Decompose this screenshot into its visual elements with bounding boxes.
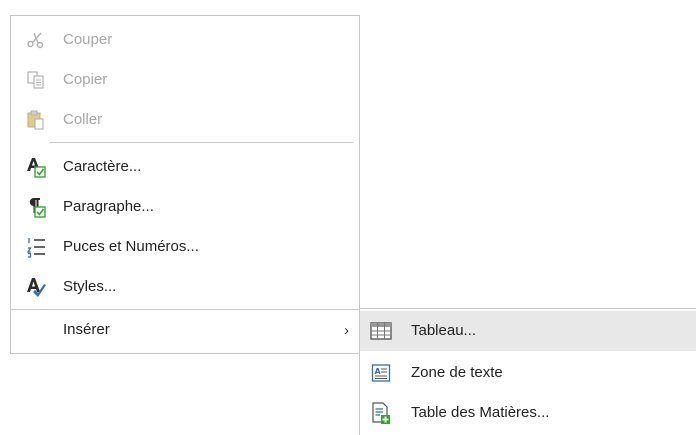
table-of-contents-icon [370, 402, 392, 424]
bullets-numbering-icon [25, 236, 47, 258]
paste-icon [25, 109, 47, 131]
menu-item-styles[interactable]: Styles... [11, 267, 359, 307]
text-box-icon: A [370, 362, 392, 384]
styles-icon [25, 276, 47, 298]
paragraph-format-icon [25, 196, 47, 218]
menu-separator [49, 142, 353, 143]
menu-item-paste[interactable]: Coller [11, 100, 359, 140]
insert-submenu: Tableau... A Zone de texte Table des Mat… [359, 308, 696, 435]
context-menu: Couper Copier Coller Caractère... Paragr… [10, 15, 360, 354]
menu-item-label: Copier [63, 71, 108, 88]
menu-item-cut[interactable]: Couper [11, 20, 359, 60]
menu-item-character[interactable]: Caractère... [11, 147, 359, 187]
menu-item-label: Coller [63, 111, 103, 128]
menu-item-label: Couper [63, 31, 113, 48]
menu-item-label: Puces et Numéros... [63, 238, 199, 255]
menu-item-label: Caractère... [63, 158, 142, 175]
table-icon [370, 320, 392, 342]
menu-item-insert[interactable]: Insérer › [11, 310, 359, 350]
menu-item-label: Styles... [63, 278, 117, 295]
copy-icon [25, 69, 47, 91]
menu-item-paragraph[interactable]: Paragraphe... [11, 187, 359, 227]
submenu-item-table[interactable]: Tableau... [360, 311, 696, 351]
menu-item-label: Insérer [63, 321, 110, 338]
svg-text:A: A [375, 367, 382, 376]
submenu-item-label: Table des Matières... [411, 404, 550, 421]
menu-item-label: Paragraphe... [63, 198, 154, 215]
scissors-icon [25, 29, 47, 51]
submenu-item-table-of-contents[interactable]: Table des Matières... [360, 393, 696, 433]
chevron-right-icon: › [344, 321, 349, 339]
submenu-item-label: Tableau... [411, 322, 477, 339]
submenu-item-text-box[interactable]: A Zone de texte [360, 353, 696, 393]
submenu-item-label: Zone de texte [411, 364, 503, 381]
menu-item-copy[interactable]: Copier [11, 60, 359, 100]
menu-item-bullets-numbering[interactable]: Puces et Numéros... [11, 227, 359, 267]
character-format-icon [25, 156, 47, 178]
